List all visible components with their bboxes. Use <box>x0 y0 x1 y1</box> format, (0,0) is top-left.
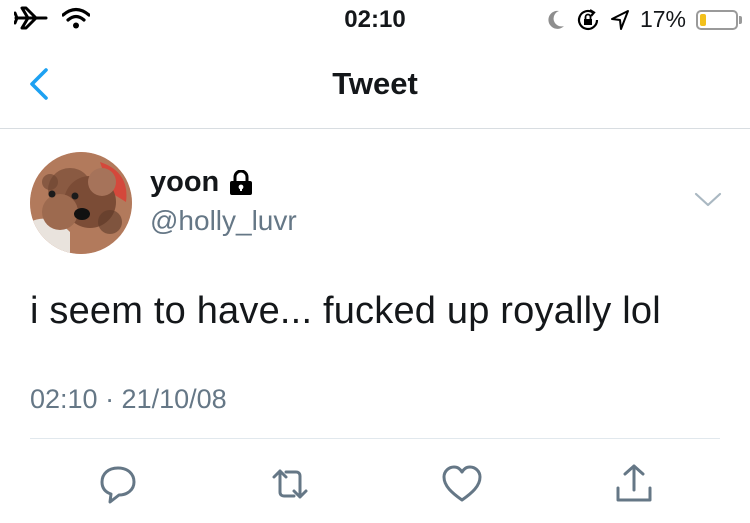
tweet-text: i seem to have... fucked up royally lol <box>30 290 661 332</box>
divider <box>30 438 720 439</box>
tweet-actions <box>0 462 750 506</box>
author-handle[interactable]: @holly_luvr <box>150 205 297 237</box>
page-title: Tweet <box>332 66 418 101</box>
share-icon[interactable] <box>612 462 656 506</box>
avatar[interactable] <box>30 152 132 254</box>
nav-bar: Tweet <box>0 52 750 129</box>
status-bar: 02:10 17% <box>0 0 750 40</box>
reply-icon[interactable] <box>96 462 140 506</box>
location-arrow-icon <box>610 9 629 30</box>
like-icon[interactable] <box>440 462 484 506</box>
author-name[interactable]: yoon <box>150 166 219 199</box>
rotation-lock-icon <box>577 8 599 30</box>
battery-percent: 17% <box>639 6 686 32</box>
tweet-timestamp[interactable]: 02:10 · 21/10/08 <box>30 384 227 415</box>
battery-level-fill <box>700 13 706 26</box>
battery-icon <box>696 9 738 30</box>
retweet-icon[interactable] <box>268 462 312 506</box>
chevron-down-icon[interactable] <box>692 190 724 210</box>
lock-icon <box>230 169 253 195</box>
moon-icon <box>548 10 564 29</box>
